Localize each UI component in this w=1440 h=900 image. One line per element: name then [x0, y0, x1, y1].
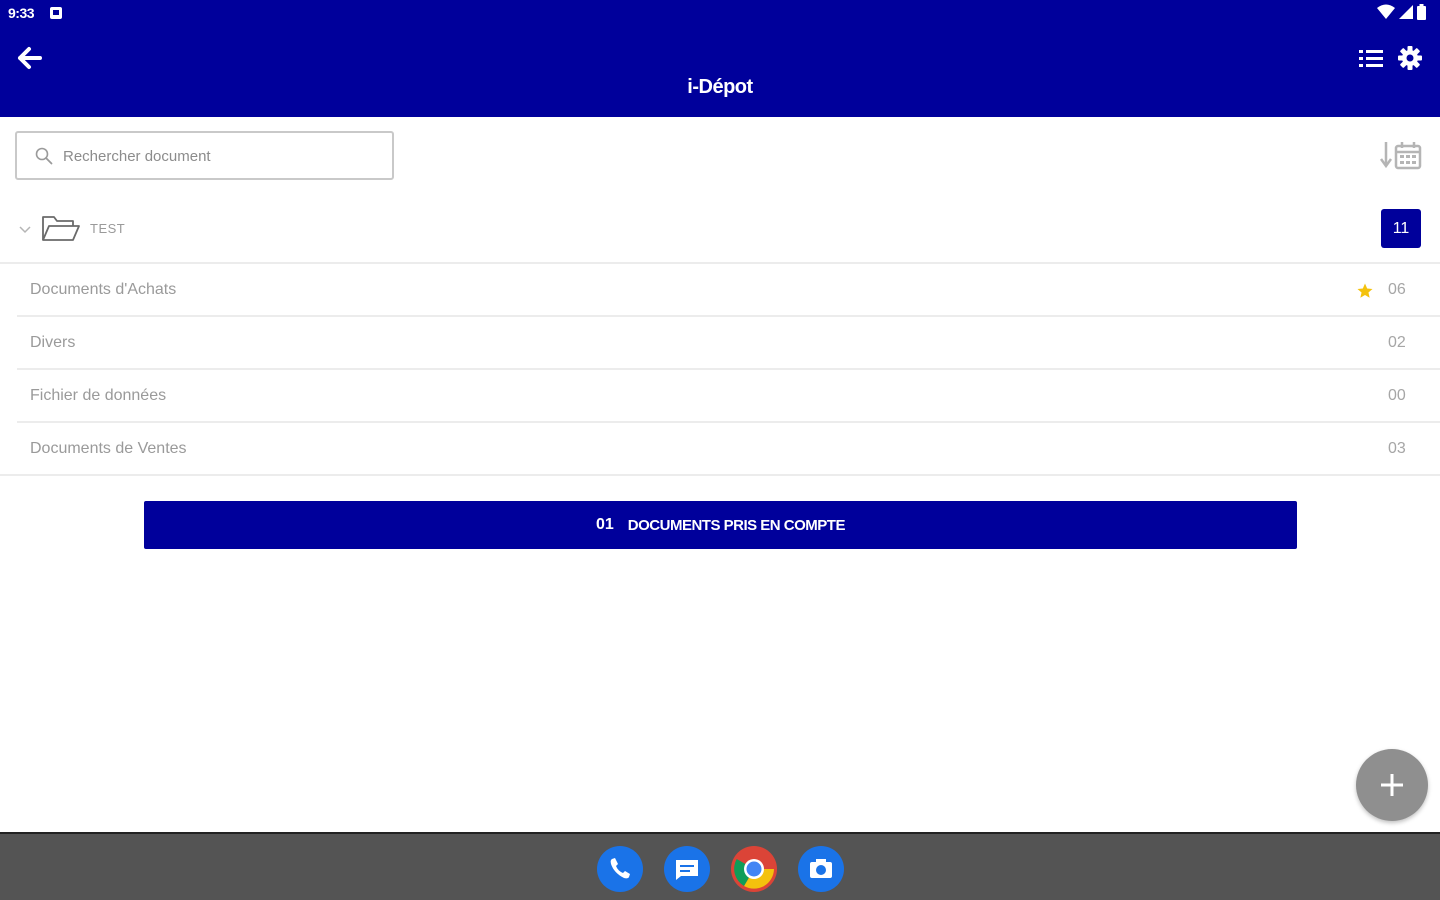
category-item-documents-ventes[interactable]: Documents de Ventes 03 [0, 423, 1440, 476]
messages-icon [664, 846, 710, 892]
battery-icon [1417, 4, 1426, 20]
system-dock [0, 832, 1440, 900]
add-document-button[interactable] [1356, 749, 1428, 821]
category-item-divers[interactable]: Divers 02 [0, 317, 1440, 370]
star-icon[interactable] [1356, 282, 1374, 300]
gear-icon [1398, 46, 1422, 70]
list-icon [1359, 50, 1383, 67]
app-root: 9:33 i-Dépot Rechercher document TEST 11… [0, 0, 1440, 900]
chrome-app[interactable] [731, 846, 777, 892]
app-header: 9:33 i-Dépot [0, 0, 1440, 117]
signal-icon [1399, 5, 1413, 19]
folder-open-icon [42, 216, 80, 241]
settings-button[interactable] [1396, 44, 1424, 72]
folder-name: TEST [90, 221, 126, 236]
sort-by-date-button[interactable] [1378, 138, 1424, 174]
category-label: Divers [30, 334, 76, 351]
folder-row[interactable]: TEST 11 [0, 200, 1440, 263]
category-list: Documents d'Achats 06 Divers 02 Fichier … [0, 264, 1440, 476]
documents-count: 01 [596, 516, 614, 533]
category-label: Documents de Ventes [30, 440, 187, 457]
camera-app[interactable] [798, 846, 844, 892]
category-item-documents-achats[interactable]: Documents d'Achats 06 [0, 264, 1440, 317]
category-item-fichier-donnees[interactable]: Fichier de données 00 [0, 370, 1440, 423]
arrow-left-icon [18, 47, 42, 69]
category-count: 00 [1388, 387, 1406, 404]
phone-app[interactable] [597, 846, 643, 892]
back-button[interactable] [14, 44, 46, 72]
documents-taken-button[interactable]: 01 DOCUMENTS PRIS EN COMPTE [144, 501, 1297, 549]
category-count: 03 [1388, 440, 1406, 457]
phone-icon [597, 846, 643, 892]
category-count: 02 [1388, 334, 1406, 351]
plus-icon [1381, 774, 1403, 796]
chevron-down-icon [19, 226, 31, 234]
sort-calendar-icon [1379, 142, 1422, 170]
search-box [15, 131, 394, 180]
search-input[interactable] [63, 141, 383, 171]
status-icons [1377, 4, 1426, 20]
notification-icon [50, 7, 62, 19]
list-view-button[interactable] [1356, 45, 1386, 73]
camera-icon [798, 846, 844, 892]
status-time: 9:33 [8, 5, 35, 21]
messages-app[interactable] [664, 846, 710, 892]
wifi-icon [1377, 4, 1395, 19]
folder-count-badge: 11 [1381, 209, 1421, 248]
divider [0, 474, 1440, 476]
search-icon [35, 147, 53, 165]
category-label: Fichier de données [30, 387, 167, 404]
category-label: Documents d'Achats [30, 281, 177, 298]
page-title: i-Dépot [687, 76, 753, 98]
category-count: 06 [1388, 281, 1406, 298]
documents-label: DOCUMENTS PRIS EN COMPTE [627, 516, 846, 534]
chrome-icon [731, 846, 777, 892]
